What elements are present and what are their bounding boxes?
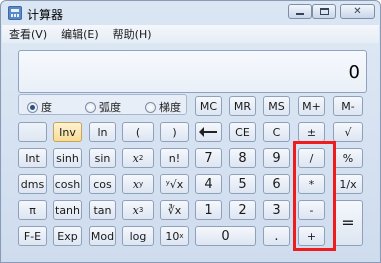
ms-button[interactable]: MS bbox=[263, 96, 290, 116]
reciprocal-button[interactable]: 1/x bbox=[333, 174, 363, 194]
mr-button[interactable]: MR bbox=[229, 96, 256, 116]
backspace-button[interactable] bbox=[195, 122, 222, 142]
decimal-button[interactable]: . bbox=[263, 226, 290, 246]
radio-degrees[interactable]: 度 bbox=[27, 99, 52, 115]
ln-button[interactable]: ln bbox=[89, 122, 116, 142]
clear-button[interactable]: C bbox=[263, 122, 290, 142]
title-bar: 计算器 ✕ bbox=[1, 1, 380, 25]
ten-power-base: 10 bbox=[165, 229, 180, 243]
digit-6-button[interactable]: 6 bbox=[263, 174, 290, 194]
radio-radians[interactable]: 弧度 bbox=[85, 99, 121, 115]
menu-help[interactable]: 帮助(H) bbox=[113, 26, 152, 42]
digit-8-button[interactable]: 8 bbox=[229, 148, 256, 168]
radio-label: 度 bbox=[41, 101, 52, 114]
square-button[interactable]: x2 bbox=[122, 148, 154, 168]
blank-key bbox=[18, 122, 47, 142]
memory-subtract-button[interactable]: M- bbox=[333, 96, 363, 116]
radio-label: 弧度 bbox=[99, 101, 121, 114]
fe-button[interactable]: F-E bbox=[18, 226, 47, 246]
menu-bar: 查看(V) 编辑(E) 帮助(H) bbox=[2, 25, 379, 43]
pi-button[interactable]: π bbox=[18, 200, 47, 220]
right-paren-button[interactable]: ) bbox=[160, 122, 189, 142]
menu-edit[interactable]: 编辑(E) bbox=[61, 26, 99, 42]
cube-button[interactable]: x3 bbox=[122, 200, 154, 220]
calculator-window: 计算器 ✕ 查看(V) 编辑(E) 帮助(H) 0 度 弧度 梯度 MC MR … bbox=[0, 0, 381, 263]
calculator-icon bbox=[8, 6, 22, 20]
maximize-button[interactable] bbox=[312, 4, 336, 19]
digit-3-button[interactable]: 3 bbox=[263, 200, 290, 220]
left-paren-button[interactable]: ( bbox=[122, 122, 154, 142]
plus-minus-button[interactable]: ± bbox=[298, 122, 325, 142]
radio-dot bbox=[85, 101, 96, 113]
percent-button[interactable]: % bbox=[333, 148, 363, 168]
minimize-icon bbox=[296, 13, 304, 15]
equals-button[interactable]: = bbox=[333, 200, 363, 246]
sin-button[interactable]: sin bbox=[89, 148, 116, 168]
digit-5-button[interactable]: 5 bbox=[229, 174, 256, 194]
digit-9-button[interactable]: 9 bbox=[263, 148, 290, 168]
cosh-button[interactable]: cosh bbox=[53, 174, 82, 194]
cube-root-button[interactable]: ∛x bbox=[160, 200, 189, 220]
ce-button[interactable]: CE bbox=[229, 122, 256, 142]
minimize-button[interactable] bbox=[288, 4, 312, 19]
multiply-button[interactable]: * bbox=[298, 174, 325, 194]
yroot-button[interactable]: ʸ√x bbox=[160, 174, 189, 194]
cube-exponent: 3 bbox=[138, 205, 144, 214]
int-button[interactable]: Int bbox=[18, 148, 47, 168]
window-title: 计算器 bbox=[27, 8, 64, 22]
radio-gradians[interactable]: 梯度 bbox=[145, 99, 181, 115]
radio-label: 梯度 bbox=[159, 101, 181, 114]
display-panel: 0 bbox=[18, 50, 367, 93]
log-button[interactable]: log bbox=[122, 226, 154, 246]
radio-dot bbox=[27, 101, 38, 113]
inv-button[interactable]: Inv bbox=[53, 122, 82, 142]
menu-view[interactable]: 查看(V) bbox=[9, 26, 47, 42]
close-button[interactable]: ✕ bbox=[340, 4, 375, 19]
ten-power-button[interactable]: 10 x bbox=[160, 226, 189, 246]
power-button[interactable]: xy bbox=[122, 174, 154, 194]
close-icon: ✕ bbox=[353, 5, 362, 17]
backspace-icon bbox=[198, 127, 217, 137]
subtract-button[interactable]: - bbox=[298, 200, 325, 220]
ten-power-exponent: x bbox=[179, 231, 184, 240]
digit-4-button[interactable]: 4 bbox=[195, 174, 222, 194]
radio-dot bbox=[145, 101, 156, 113]
sinh-button[interactable]: sinh bbox=[53, 148, 82, 168]
add-button[interactable]: + bbox=[298, 226, 325, 246]
mod-button[interactable]: Mod bbox=[89, 226, 116, 246]
digit-0-button[interactable]: 0 bbox=[195, 226, 256, 246]
angle-mode-group: 度 弧度 梯度 bbox=[18, 94, 187, 115]
display-value: 0 bbox=[348, 62, 360, 83]
divide-button[interactable]: / bbox=[298, 148, 325, 168]
digit-7-button[interactable]: 7 bbox=[195, 148, 222, 168]
digit-2-button[interactable]: 2 bbox=[229, 200, 256, 220]
mc-button[interactable]: MC bbox=[195, 96, 222, 116]
factorial-button[interactable]: n! bbox=[160, 148, 189, 168]
memory-add-button[interactable]: M+ bbox=[298, 96, 325, 116]
exp-button[interactable]: Exp bbox=[53, 226, 82, 246]
square-root-button[interactable]: √ bbox=[333, 122, 363, 142]
tanh-button[interactable]: tanh bbox=[53, 200, 82, 220]
tan-button[interactable]: tan bbox=[89, 200, 116, 220]
cos-button[interactable]: cos bbox=[89, 174, 116, 194]
maximize-icon bbox=[319, 8, 329, 15]
square-exponent: 2 bbox=[138, 153, 144, 162]
calculator-body: 0 度 弧度 梯度 MC MR MS M+ M- Inv ln ( ) CE C… bbox=[2, 43, 379, 262]
dms-button[interactable]: dms bbox=[18, 174, 47, 194]
digit-1-button[interactable]: 1 bbox=[195, 200, 222, 220]
power-exponent: y bbox=[139, 179, 144, 188]
